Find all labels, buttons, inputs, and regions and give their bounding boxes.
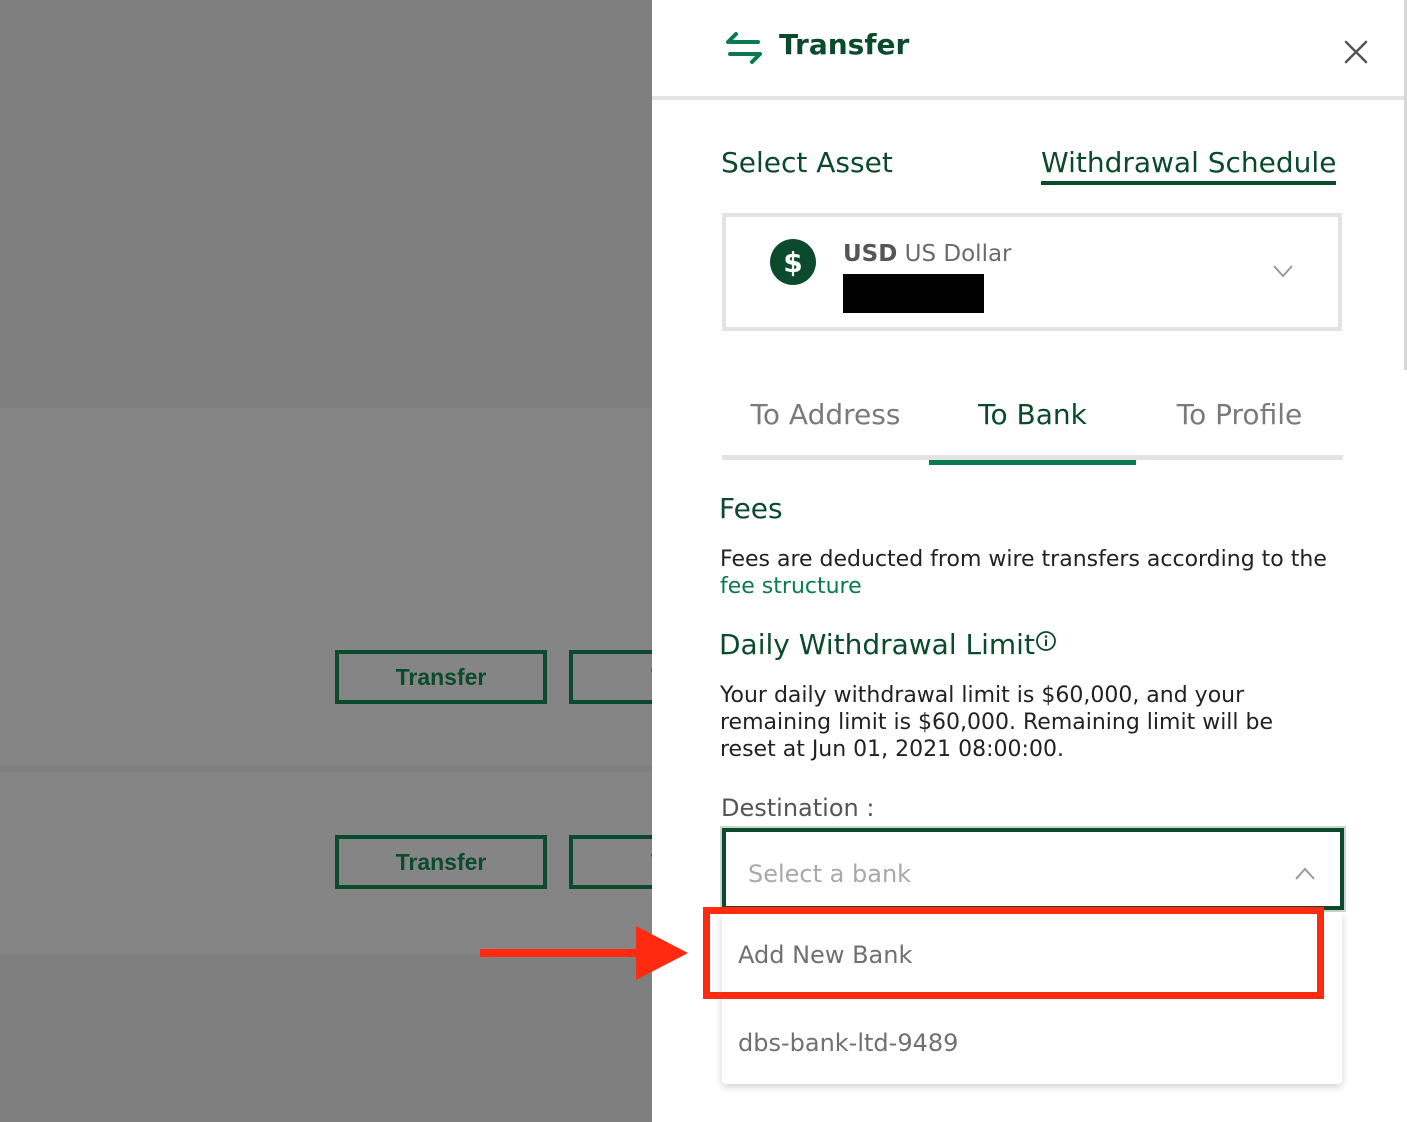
asset-full-name: US Dollar [904, 241, 1012, 267]
select-asset-label: Select Asset [721, 146, 893, 179]
daily-limit-title: Daily Withdrawal Limit [719, 628, 1057, 661]
transfer-drawer: Transfer Select Asset Withdrawal Schedul… [652, 0, 1407, 1122]
close-icon[interactable] [1342, 38, 1370, 66]
tab-to-profile[interactable]: To Profile [1136, 378, 1343, 460]
bank-dropdown-menu: Add New Bank dbs-bank-ltd-9489 [722, 912, 1342, 1084]
red-arrow-icon [480, 926, 688, 980]
info-icon[interactable] [1035, 630, 1057, 652]
dollar-icon: $ [770, 239, 816, 285]
asset-balance-redacted [843, 274, 984, 313]
asset-name: USD US Dollar [843, 241, 1012, 267]
destination-bank-select[interactable]: Select a bank [722, 828, 1344, 910]
fees-description: Fees are deducted from wire transfers ac… [720, 546, 1340, 600]
destination-placeholder: Select a bank [748, 860, 912, 888]
daily-limit-description: Your daily withdrawal limit is $60,000, … [720, 683, 1274, 762]
background-row [0, 408, 652, 766]
transfer-tabs: To Address To Bank To Profile [722, 378, 1343, 465]
fees-text: Fees are deducted from wire transfers ac… [720, 547, 1327, 572]
background-secondary-button[interactable]: T [569, 650, 652, 704]
destination-label: Destination : [721, 794, 875, 822]
background-secondary-button[interactable]: T [569, 835, 652, 889]
asset-selector[interactable]: $ USD US Dollar [722, 213, 1342, 331]
chevron-up-icon [1295, 867, 1315, 880]
withdrawal-schedule-link[interactable]: Withdrawal Schedule [1041, 146, 1337, 185]
fees-title: Fees [719, 492, 783, 525]
bank-option[interactable]: dbs-bank-ltd-9489 [722, 1000, 1342, 1086]
background-transfer-button[interactable]: Transfer [335, 650, 547, 704]
tab-to-bank[interactable]: To Bank [929, 378, 1136, 465]
drawer-header: Transfer [652, 0, 1404, 100]
background-transfer-button[interactable]: Transfer [335, 835, 547, 889]
daily-limit-title-text: Daily Withdrawal Limit [719, 628, 1035, 661]
tab-to-address[interactable]: To Address [722, 378, 929, 460]
chevron-down-icon [1273, 265, 1293, 278]
transfer-arrows-icon [726, 32, 762, 64]
drawer-title: Transfer [779, 28, 910, 61]
fee-structure-link[interactable]: fee structure [720, 574, 862, 599]
asset-code: USD [843, 241, 898, 267]
add-new-bank-option[interactable]: Add New Bank [722, 912, 1342, 998]
